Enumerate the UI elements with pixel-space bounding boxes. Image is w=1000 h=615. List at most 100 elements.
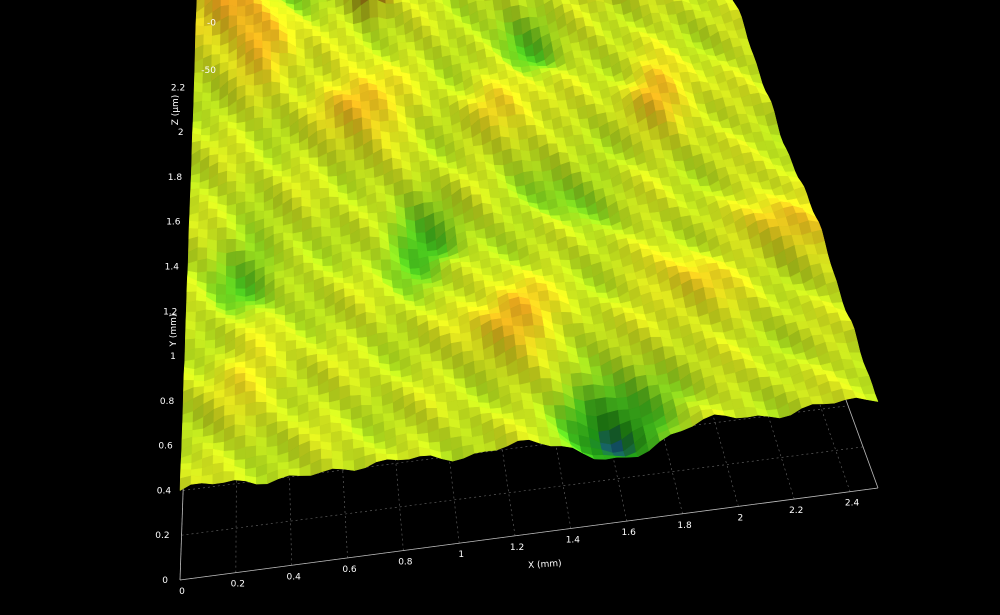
surface-cell [304, 291, 315, 302]
surface-cell [245, 24, 255, 34]
surface-cell [245, 327, 256, 334]
surface-cell [501, 317, 514, 327]
surface-cell [446, 400, 459, 412]
surface-cell [190, 182, 201, 190]
surface-cell [363, 287, 375, 299]
surface-cell [566, 419, 580, 436]
surface-plot: 0 0.2 0.4 0.6 0.8 1 1.2 1.4 1.6 1.8 2 2.2 2.4 0 0.2 0.4… [155, 0, 879, 597]
surface-cell [336, 19, 347, 29]
surface-cell [462, 444, 475, 459]
surface-cell [202, 92, 212, 102]
surface-cell [405, 425, 418, 435]
y-tick-label: 1.4 [165, 263, 180, 273]
surface-cell [465, 230, 477, 239]
surface-cell [226, 238, 237, 254]
surface-cell [195, 320, 207, 333]
y-tick-label: 1 [170, 352, 176, 362]
surface-cell [419, 80, 430, 92]
surface-cell [188, 220, 199, 230]
surface-cell [598, 430, 612, 446]
surface-cell [546, 350, 560, 363]
z-tick-label: -50 [201, 66, 216, 76]
surface-cell [389, 131, 400, 144]
surface-cell [304, 300, 316, 310]
surface-cell [460, 331, 473, 342]
surface-cell [279, 52, 289, 67]
surface-cell [519, 382, 532, 395]
surface-cell [487, 178, 499, 190]
surface-cell [538, 436, 552, 447]
surface-cell [449, 325, 461, 335]
surface-cell [216, 227, 227, 241]
surface-cell [398, 131, 409, 144]
surface-cell [291, 188, 302, 199]
surface-cell [540, 378, 554, 394]
surface-cell [378, 98, 389, 111]
surface-cell [460, 428, 473, 438]
surface-cell [218, 154, 228, 164]
surface-cell [290, 142, 300, 152]
surface-cell [394, 83, 405, 97]
surface-cell [358, 366, 371, 380]
surface-cell [596, 412, 610, 433]
surface-cell [399, 141, 410, 153]
surface-cell [387, 332, 399, 343]
z-tick-label: -0 [207, 19, 216, 29]
surface-cell [371, 405, 384, 415]
surface-cell [245, 401, 257, 417]
surface-cell [545, 337, 558, 351]
x-tick-label: 1.8 [677, 521, 692, 531]
surface-cell [237, 5, 246, 18]
surface-cell [616, 397, 630, 411]
surface-cell [345, 149, 356, 162]
y-tick-label: 1.8 [168, 173, 183, 183]
surface-cell [224, 395, 236, 406]
surface-cell [459, 55, 470, 64]
surface-cell [506, 289, 519, 294]
x-tick-label: 2.4 [845, 499, 860, 509]
surface-cell [297, 94, 308, 103]
surface-cell [266, 454, 279, 465]
surface-cell [265, 365, 277, 379]
surface-cell [375, 453, 388, 463]
surface-cell [190, 468, 203, 477]
surface-cell [385, 314, 398, 326]
x-tick-label: 0.8 [398, 558, 413, 568]
surface-cell [288, 77, 298, 89]
surface-cell [254, 202, 265, 212]
surface-cell [385, 3, 396, 20]
surface [179, 0, 879, 492]
surface-cell [271, 118, 282, 130]
surface-cell [508, 384, 522, 394]
surface-cell [336, 328, 348, 337]
surface-cell [226, 251, 237, 267]
surface-cell [378, 108, 390, 123]
surface-cell [394, 418, 407, 428]
surface-cell [437, 19, 448, 31]
surface-cell [270, 40, 280, 54]
surface-cell [298, 427, 310, 435]
surface-cell [448, 38, 459, 49]
surface-cell [245, 434, 257, 448]
surface-cell [284, 276, 295, 286]
surface-cell [325, 314, 337, 324]
surface-cell [297, 386, 309, 397]
surface-cell [449, 426, 462, 439]
surface-cell [520, 303, 533, 316]
surface-cell [234, 366, 246, 375]
surface-cell [562, 323, 576, 338]
x-tick-label: 0 [179, 587, 185, 597]
surface-cell [387, 222, 399, 237]
surface-cell [342, 460, 355, 471]
surface-cell [255, 412, 267, 428]
surface-cell [440, 450, 453, 462]
surface-cell [376, 321, 388, 334]
surface-cell [364, 453, 377, 469]
surface-cell [237, 0, 246, 8]
surface-cell [262, 117, 273, 129]
surface-cell [298, 420, 310, 429]
surface-cell [333, 277, 345, 284]
surface-cell [388, 120, 400, 133]
x-tick-label: 2.2 [789, 506, 803, 516]
surface-cell [513, 223, 526, 232]
